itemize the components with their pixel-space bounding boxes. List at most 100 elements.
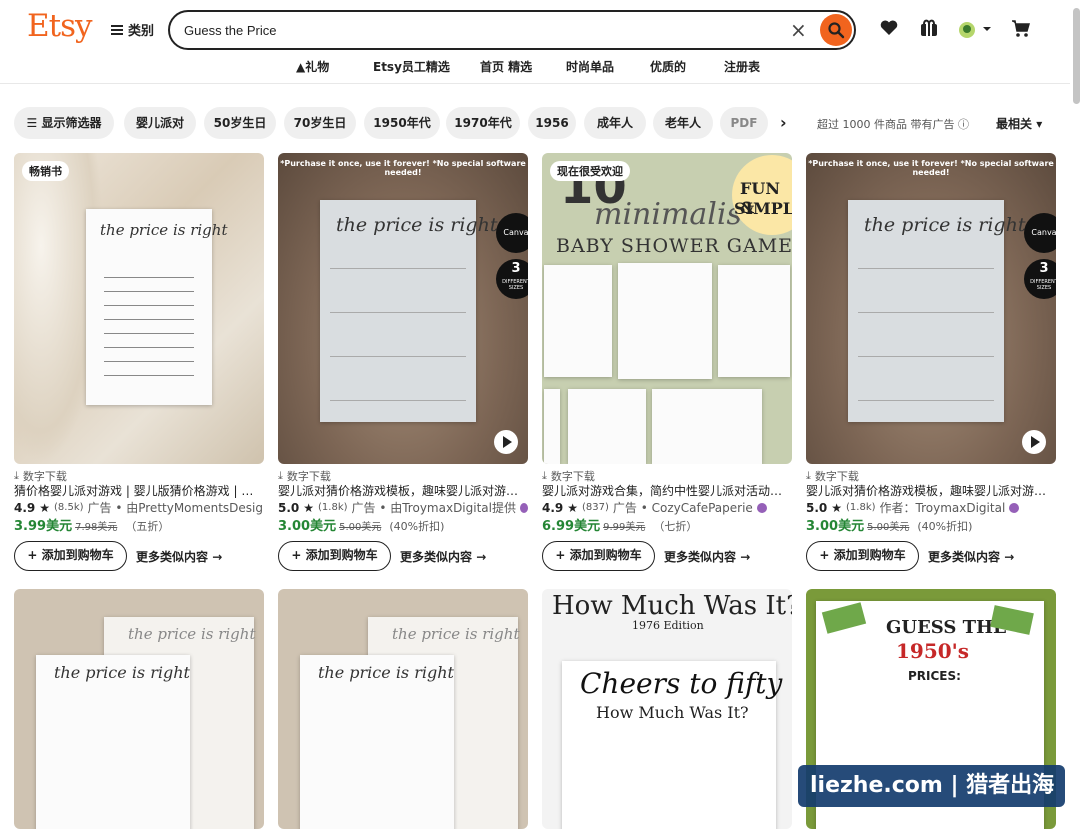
listing-card[interactable]: *Purchase it once, use it forever! *No s… xyxy=(278,153,528,571)
filter-chip[interactable]: 成年人 xyxy=(584,107,646,139)
chevron-down-icon: ▾ xyxy=(1036,117,1043,131)
rating-row: 5.0 ★ (1.8k) 广告 • 由TroymaxDigital提供 xyxy=(278,499,528,517)
watermark: liezhe.com | 猎者出海 xyxy=(798,765,1065,807)
nav-registry[interactable]: 注册表 xyxy=(724,58,760,75)
listing-image[interactable]: the price is right 畅销书 xyxy=(14,153,264,464)
digital-download: ⤓ 数字下载 xyxy=(14,468,67,483)
listing-image[interactable]: How Much Was It? 1976 Edition Cheers to … xyxy=(542,589,792,829)
play-video-icon[interactable] xyxy=(494,430,518,454)
rating-row: 4.9 ★ (837) 广告 • CozyCafePaperie xyxy=(542,499,792,517)
card-art-title: the price is right xyxy=(318,663,454,682)
gift-icon: ▲ xyxy=(296,60,306,74)
search-input[interactable] xyxy=(184,20,764,40)
card-art-title: the price is right xyxy=(128,625,256,643)
filter-chip[interactable]: 1970年代 xyxy=(446,107,520,139)
star-icon: ★ xyxy=(303,501,315,515)
download-icon: ⤓ xyxy=(278,468,283,482)
price-row: 3.99美元 7.98美元 （五折） xyxy=(14,519,170,534)
info-icon[interactable]: ⓘ xyxy=(958,118,969,131)
listing-title[interactable]: 猜价格婴儿派对游戏 | 婴儿版猜价格游戏 | 猜价… xyxy=(14,483,264,499)
card-art-script: minimalist xyxy=(594,197,754,232)
canva-badge: Canva xyxy=(1024,213,1056,253)
listing-title[interactable]: 婴儿派对游戏合集，简约中性婴儿派对活动，可… xyxy=(542,483,792,499)
card-art-heading: How Much Was It? xyxy=(552,591,792,621)
listing-card[interactable]: the price is right the price is right xyxy=(278,589,528,829)
card-art-title: the price is right xyxy=(392,625,520,643)
add-to-cart-button[interactable]: + 添加到购物车 xyxy=(542,541,655,571)
listing-image[interactable]: the price is right the price is right xyxy=(14,589,264,829)
star-seller-icon xyxy=(519,503,528,513)
listing-title[interactable]: 婴儿派对猜价格游戏模板，趣味婴儿派对游戏，… xyxy=(278,483,528,499)
header: Etsy 类别 × ▲礼物 Etsy员工精选 首页 精选 时尚单品 优质的 注册… xyxy=(0,0,1070,84)
sort-dropdown[interactable]: 最相关 ▾ xyxy=(996,115,1042,132)
etsy-logo[interactable]: Etsy xyxy=(27,8,93,44)
listing-image[interactable]: 10 minimalist BABY SHOWER GAMES FUN & SI… xyxy=(542,153,792,464)
clear-icon[interactable]: × xyxy=(790,18,807,42)
listing-image[interactable]: the price is right the price is right xyxy=(278,589,528,829)
listing-card[interactable]: the price is right the price is right xyxy=(14,589,264,829)
filter-chip[interactable]: 70岁生日 xyxy=(284,107,356,139)
filter-chip[interactable]: 婴儿派对 xyxy=(124,107,196,139)
filter-chip[interactable]: PDF xyxy=(720,107,768,139)
digital-download: ⤓ 数字下载 xyxy=(806,468,859,483)
listing-card[interactable]: 10 minimalist BABY SHOWER GAMES FUN & SI… xyxy=(542,153,792,571)
nav-gifts[interactable]: ▲礼物 xyxy=(296,58,329,75)
search-bar: × xyxy=(168,10,856,50)
more-like-this-link[interactable]: 更多类似内容 → xyxy=(400,548,486,565)
chevron-right-icon[interactable]: › xyxy=(780,113,787,132)
card-art-heading: BABY SHOWER GAMES xyxy=(556,235,792,257)
filter-chip[interactable]: 1956 xyxy=(528,107,576,139)
show-filters-button[interactable]: ☰ 显示筛选器 xyxy=(14,107,114,139)
listing-card[interactable]: How Much Was It? 1976 Edition Cheers to … xyxy=(542,589,792,829)
play-video-icon[interactable] xyxy=(1022,430,1046,454)
digital-download: ⤓ 数字下载 xyxy=(278,468,331,483)
listing-image[interactable]: *Purchase it once, use it forever! *No s… xyxy=(806,153,1056,464)
badge: 畅销书 xyxy=(22,161,69,181)
badge: 现在很受欢迎 xyxy=(550,161,630,181)
sizes-badge: 3 DIFFERENT SIZES xyxy=(496,259,528,299)
nav-fashion-finds[interactable]: 时尚单品 xyxy=(566,58,614,75)
add-to-cart-button[interactable]: + 添加到购物车 xyxy=(14,541,127,571)
scrollbar[interactable] xyxy=(1073,8,1080,104)
listing-title[interactable]: 婴儿派对猜价格游戏模板，趣味婴儿派对游戏，… xyxy=(806,483,1056,499)
digital-download: ⤓ 数字下载 xyxy=(542,468,595,483)
categories-button[interactable]: 类别 xyxy=(111,20,154,39)
listing-card[interactable]: the price is right 畅销书 ⤓ 数字下载 猜价格婴儿派对游戏 |… xyxy=(14,153,264,571)
cart-icon[interactable] xyxy=(1011,18,1031,42)
filter-chip[interactable]: 1950年代 xyxy=(364,107,440,139)
search-icon xyxy=(828,22,845,39)
more-like-this-link[interactable]: 更多类似内容 → xyxy=(928,548,1014,565)
add-to-cart-button[interactable]: + 添加到购物车 xyxy=(278,541,391,571)
canva-badge: Canva xyxy=(496,213,528,253)
download-icon: ⤓ xyxy=(542,468,547,482)
avatar[interactable] xyxy=(957,19,993,43)
card-art-subheading: How Much Was It? xyxy=(596,703,749,722)
rating-row: 5.0 ★ (1.8k) 作者：TroymaxDigital xyxy=(806,499,1056,517)
nav-home-favorites[interactable]: 首页 精选 xyxy=(480,58,532,75)
more-like-this-link[interactable]: 更多类似内容 → xyxy=(664,548,750,565)
filter-chip[interactable]: 50岁生日 xyxy=(204,107,276,139)
search-button[interactable] xyxy=(820,14,852,46)
card-art-title: the price is right xyxy=(100,221,228,239)
categories-label: 类别 xyxy=(128,24,155,39)
card-art-prices: PRICES: xyxy=(908,669,961,683)
star-seller-icon xyxy=(1009,503,1020,513)
nav-premium[interactable]: 优质的 xyxy=(650,58,686,75)
add-to-cart-button[interactable]: + 添加到购物车 xyxy=(806,541,919,571)
price-row: 6.99美元 9.99美元 （七折） xyxy=(542,519,698,534)
card-art-title: the price is right xyxy=(864,214,1026,236)
listing-image[interactable]: *Purchase it once, use it forever! *No s… xyxy=(278,153,528,464)
card-art-year: 1950's xyxy=(896,639,970,663)
card-art-title: the price is right xyxy=(54,663,190,682)
card-art-simple: SIMPL xyxy=(734,199,792,218)
star-icon: ★ xyxy=(39,501,51,515)
filter-chip[interactable]: 老年人 xyxy=(653,107,713,139)
gift-mode-icon[interactable] xyxy=(919,18,939,42)
filter-bar: ☰ 显示筛选器 婴儿派对 50岁生日 70岁生日 1950年代 1970年代 1… xyxy=(0,107,1070,139)
favorites-heart-icon[interactable] xyxy=(879,18,899,42)
more-like-this-link[interactable]: 更多类似内容 → xyxy=(136,548,222,565)
listing-card[interactable]: *Purchase it once, use it forever! *No s… xyxy=(806,153,1056,571)
nav-editors-picks[interactable]: Etsy员工精选 xyxy=(373,58,450,75)
rating-row: 4.9 ★ (8.5k) 广告 • 由PrettyMomentsDesign… xyxy=(14,501,264,515)
sizes-badge: 3 DIFFERENT SIZES xyxy=(1024,259,1056,299)
